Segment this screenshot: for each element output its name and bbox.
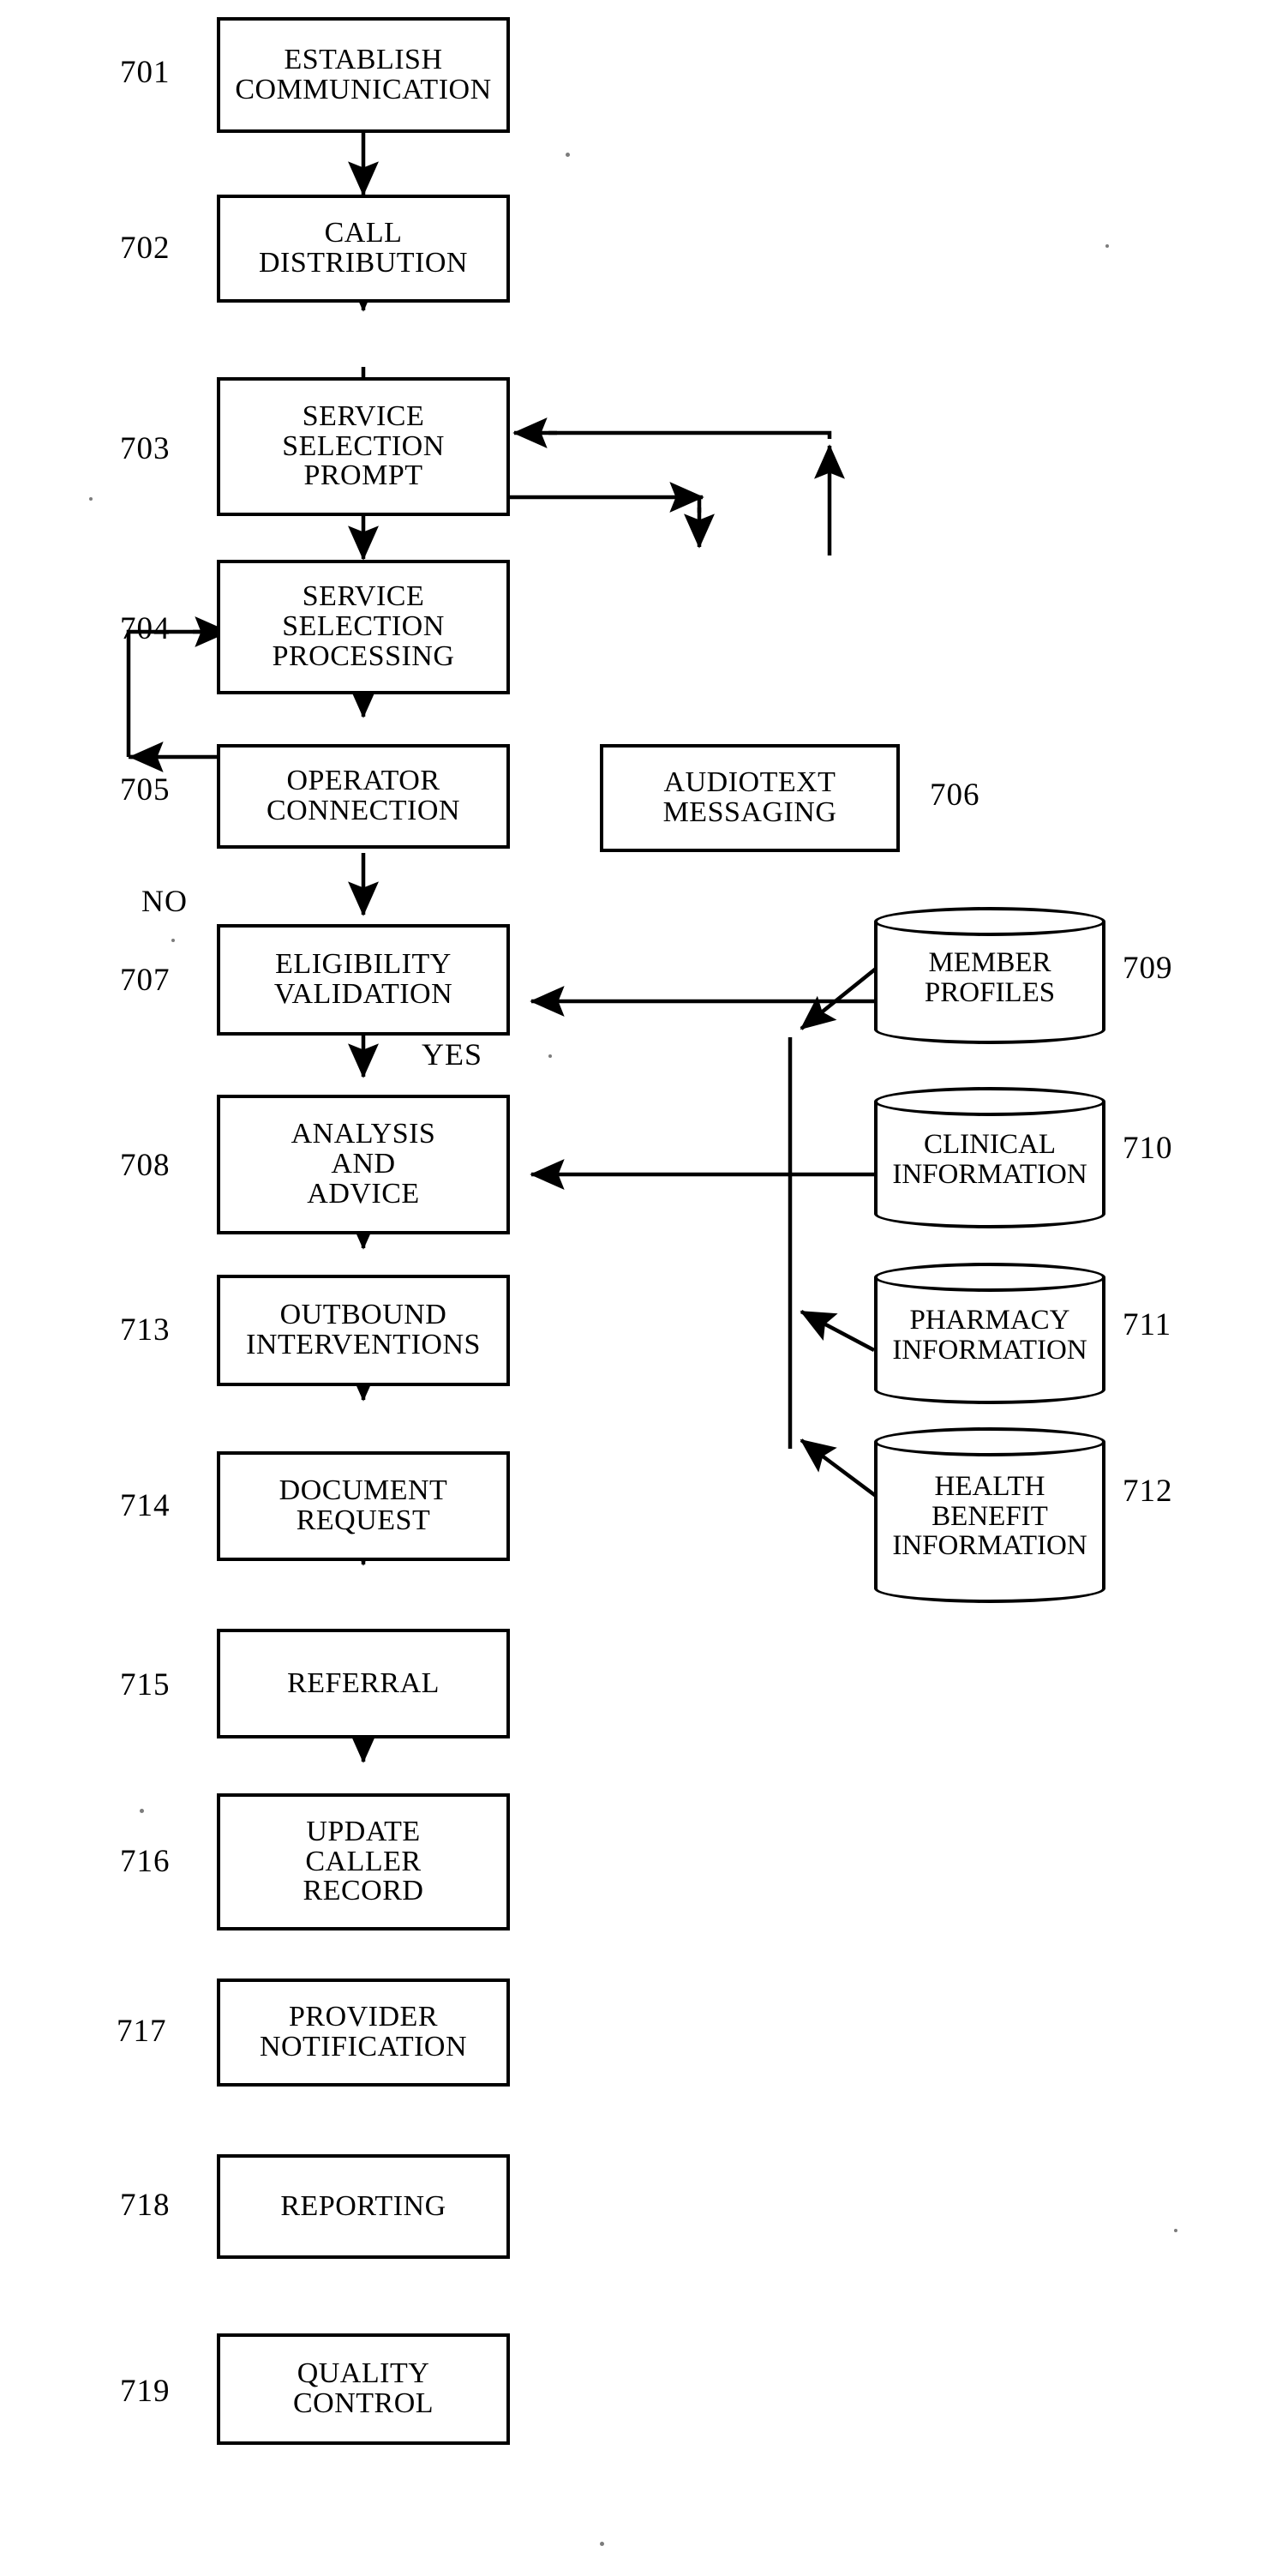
figure-canvas: ESTABLISH COMMUNICATION 701 CALL DISTRIB… <box>0 0 1276 2576</box>
node-reporting[interactable]: REPORTING <box>217 2154 510 2259</box>
scan-speck <box>89 497 93 501</box>
node-label: SERVICE SELECTION PROCESSING <box>272 580 455 672</box>
cylinder-top <box>874 1263 1105 1292</box>
ref-711: 711 <box>1123 1307 1172 1342</box>
node-audiotext-messaging[interactable]: AUDIOTEXT MESSAGING <box>600 744 900 852</box>
ref-704: 704 <box>120 611 171 646</box>
ref-715: 715 <box>120 1667 171 1702</box>
scan-speck <box>1174 2229 1177 2232</box>
node-outbound-interventions[interactable]: OUTBOUND INTERVENTIONS <box>217 1275 510 1386</box>
cylinder-top <box>874 1427 1105 1456</box>
ref-706: 706 <box>930 778 980 813</box>
ref-702: 702 <box>120 231 171 266</box>
datastore-label: CLINICAL INFORMATION <box>892 1129 1087 1190</box>
node-document-request[interactable]: DOCUMENT REQUEST <box>217 1451 510 1561</box>
ref-717: 717 <box>117 2014 167 2049</box>
node-label: OUTBOUND INTERVENTIONS <box>246 1299 481 1360</box>
edge-label-no: NO <box>141 884 188 918</box>
node-label: REPORTING <box>280 2189 446 2222</box>
datastore-member-profiles[interactable]: MEMBER PROFILES <box>874 907 1105 1044</box>
node-label: AUDIOTEXT MESSAGING <box>662 766 837 828</box>
node-label: SERVICE SELECTION PROMPT <box>282 399 445 492</box>
datastore-label: PHARMACY INFORMATION <box>892 1305 1087 1366</box>
scan-speck <box>566 153 570 157</box>
node-call-distribution[interactable]: CALL DISTRIBUTION <box>217 195 510 303</box>
node-label: QUALITY CONTROL <box>292 2357 434 2419</box>
node-operator-connection[interactable]: OPERATOR CONNECTION <box>217 744 510 849</box>
node-label: PROVIDER NOTIFICATION <box>259 2001 468 2063</box>
ref-714: 714 <box>120 1488 171 1523</box>
ref-718: 718 <box>120 2188 171 2223</box>
node-label: REFERRAL <box>287 1666 440 1699</box>
node-label: ELIGIBILITY VALIDATION <box>273 948 453 1010</box>
scan-speck <box>600 2542 604 2546</box>
ref-703: 703 <box>120 431 171 466</box>
node-label: ANALYSIS AND ADVICE <box>291 1118 436 1210</box>
edge-label-yes: YES <box>422 1037 483 1072</box>
scan-speck <box>140 1809 144 1813</box>
ref-705: 705 <box>120 772 171 808</box>
node-establish-communication[interactable]: ESTABLISH COMMUNICATION <box>217 17 510 133</box>
node-label: OPERATOR CONNECTION <box>267 765 460 826</box>
cylinder-top <box>874 907 1105 936</box>
node-service-selection-processing[interactable]: SERVICE SELECTION PROCESSING <box>217 560 510 694</box>
ref-719: 719 <box>120 2374 171 2409</box>
scan-speck <box>171 939 175 942</box>
datastore-pharmacy-information[interactable]: PHARMACY INFORMATION <box>874 1263 1105 1404</box>
ref-707: 707 <box>120 963 171 998</box>
cylinder-top <box>874 1087 1105 1116</box>
ref-712: 712 <box>1123 1474 1173 1509</box>
node-label: UPDATE CALLER RECORD <box>303 1815 424 1907</box>
ref-709: 709 <box>1123 951 1173 986</box>
node-provider-notification[interactable]: PROVIDER NOTIFICATION <box>217 1979 510 2087</box>
ref-701: 701 <box>120 55 171 90</box>
node-label: ESTABLISH COMMUNICATION <box>235 43 492 105</box>
datastore-health-benefit-information[interactable]: HEALTH BENEFIT INFORMATION <box>874 1427 1105 1603</box>
node-eligibility-validation[interactable]: ELIGIBILITY VALIDATION <box>217 924 510 1036</box>
node-update-caller-record[interactable]: UPDATE CALLER RECORD <box>217 1793 510 1930</box>
scan-speck <box>548 1054 552 1058</box>
ref-710: 710 <box>1123 1131 1173 1166</box>
datastore-label: MEMBER PROFILES <box>924 947 1056 1008</box>
ref-708: 708 <box>120 1148 171 1183</box>
datastore-label: HEALTH BENEFIT INFORMATION <box>892 1471 1087 1562</box>
node-quality-control[interactable]: QUALITY CONTROL <box>217 2333 510 2445</box>
node-label: DOCUMENT REQUEST <box>279 1474 448 1536</box>
datastore-clinical-information[interactable]: CLINICAL INFORMATION <box>874 1087 1105 1228</box>
node-referral[interactable]: REFERRAL <box>217 1629 510 1738</box>
node-analysis-and-advice[interactable]: ANALYSIS AND ADVICE <box>217 1095 510 1234</box>
node-service-selection-prompt[interactable]: SERVICE SELECTION PROMPT <box>217 377 510 516</box>
scan-speck <box>1105 244 1109 248</box>
ref-716: 716 <box>120 1844 171 1879</box>
node-label: CALL DISTRIBUTION <box>259 217 468 279</box>
ref-713: 713 <box>120 1312 171 1348</box>
